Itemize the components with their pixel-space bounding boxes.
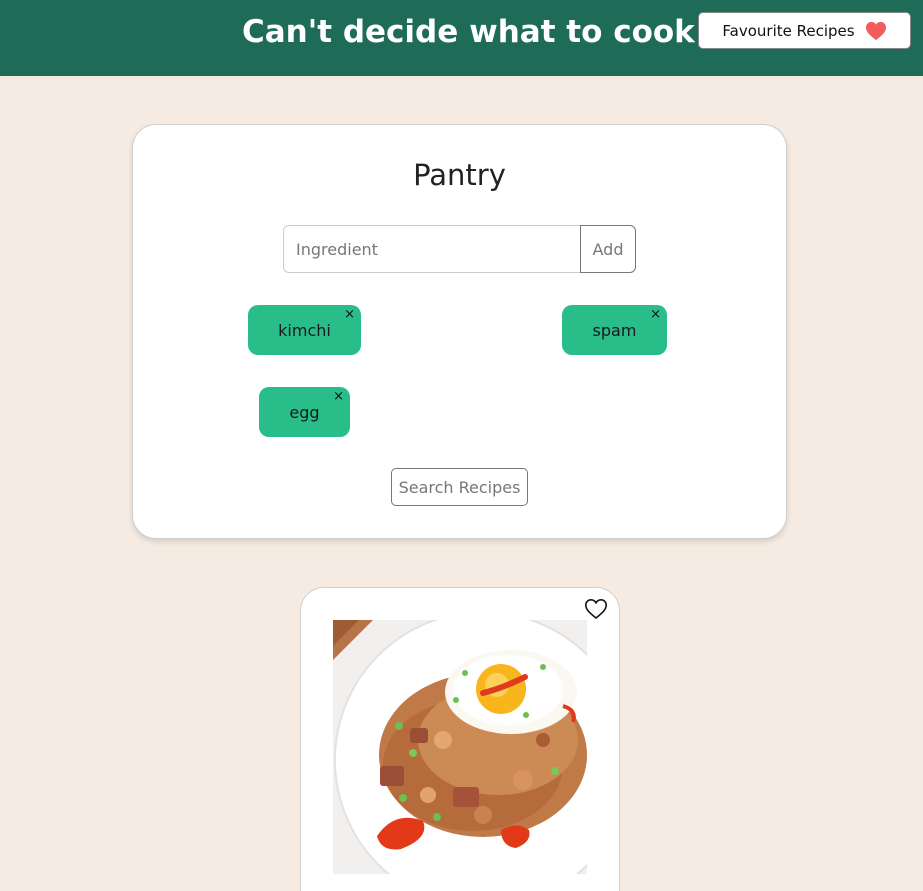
page-title: Can't decide what to cook ?: [242, 14, 724, 50]
remove-ingredient-icon[interactable]: ×: [333, 389, 344, 404]
pantry-title: Pantry: [413, 158, 506, 192]
ingredient-chip-spam: spam ×: [562, 305, 667, 355]
app-header: Can't decide what to cook ? Favourite Re…: [0, 0, 923, 76]
heart-outline-icon[interactable]: [584, 598, 608, 620]
add-ingredient-button[interactable]: Add: [580, 225, 636, 273]
remove-ingredient-icon[interactable]: ×: [344, 307, 355, 322]
fried-egg: [445, 650, 577, 734]
pantry-card: Pantry Add kimchi × spam × egg × Search …: [132, 124, 787, 539]
ingredient-chip-egg: egg ×: [259, 387, 350, 437]
recipe-card[interactable]: [300, 587, 620, 891]
favourite-recipes-label: Favourite Recipes: [722, 21, 855, 40]
ingredient-chip-label: spam: [592, 320, 637, 340]
favourite-recipes-button[interactable]: Favourite Recipes: [698, 12, 911, 49]
ingredient-chip-kimchi: kimchi ×: [248, 305, 361, 355]
ingredient-chip-label: kimchi: [278, 320, 331, 340]
heart-icon: [865, 21, 886, 40]
search-recipes-button[interactable]: Search Recipes: [391, 468, 528, 506]
ingredient-chip-label: egg: [289, 402, 320, 422]
ingredient-input[interactable]: [283, 225, 581, 273]
remove-ingredient-icon[interactable]: ×: [650, 307, 661, 322]
recipe-image[interactable]: [333, 620, 587, 874]
